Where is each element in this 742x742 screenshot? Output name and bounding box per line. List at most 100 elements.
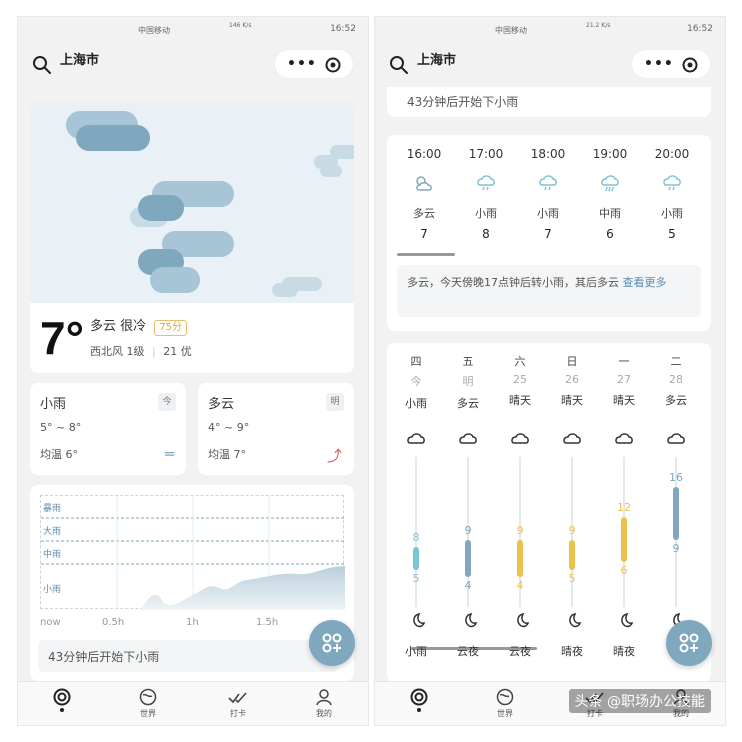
status-bar: 中国移动 146 K/s 16:52 (18, 17, 368, 43)
day-condition: 晴天 (561, 394, 583, 407)
wind-text: 西北风 1级 (90, 345, 145, 358)
tab-label: 打卡 (230, 709, 246, 718)
hour-time: 20:00 (654, 147, 690, 161)
apps-fab-button[interactable] (666, 620, 712, 666)
current-weather-card[interactable]: 7° 多云 很冷 75分 西北风 1级 | 21 优 (30, 101, 354, 373)
tomorrow-average: 均温 7° (208, 448, 246, 461)
today-range: 5° ~ 8° (40, 421, 82, 434)
weekday-label: 五 (462, 355, 474, 368)
level-label: 大雨 (43, 527, 62, 537)
level-label: 小雨 (43, 585, 62, 595)
today-average: 均温 6° (40, 448, 78, 461)
hour-time: 17:00 (468, 147, 504, 161)
day-condition: 小雨 (405, 397, 427, 410)
date-label: 26 (565, 373, 579, 386)
mini-program-capsule: ••• (631, 49, 711, 79)
profile-icon (316, 689, 332, 706)
tab-label: 世界 (140, 709, 156, 718)
hour-condition: 小雨 (537, 207, 559, 220)
tab-home[interactable] (42, 688, 82, 712)
hour-column[interactable]: 18:00 小雨 7 (521, 147, 575, 241)
hour-column[interactable]: 19:00 中雨 6 (583, 147, 637, 241)
search-icon[interactable] (389, 55, 409, 75)
weekly-forecast-card[interactable]: 四今小雨 8 5 小雨 五明多云 9 4 云夜 六 25 晴天 9 4 云夜 日 26 晴天 9 5 晴夜 一 27 晴天 1… (387, 343, 711, 683)
city-name[interactable]: 上海市 (60, 49, 99, 68)
day-column[interactable]: 五明多云 9 4 云夜 (443, 353, 493, 673)
city-name[interactable]: 上海市 (417, 49, 456, 68)
day-column[interactable]: 日 26 晴天 9 5 晴夜 (547, 353, 597, 673)
low-temp: 4 (464, 579, 472, 592)
low-temp: 5 (412, 571, 420, 585)
tomorrow-card[interactable]: 多云 明 4° ~ 9° 均温 7° ⤴ (198, 383, 354, 475)
temp-range-bar (621, 517, 627, 562)
hour-temp: 7 (420, 227, 428, 241)
search-icon[interactable] (32, 55, 52, 75)
condition-text: 多云 很冷 (90, 319, 147, 334)
night-condition: 云夜 (509, 645, 531, 658)
clock: 16:52 (330, 24, 356, 34)
weekday-label: 二 (670, 355, 682, 368)
low-temp: 5 (568, 571, 576, 585)
precipitation-card[interactable]: 暴雨 大雨 中雨 小雨 now 0.5h 1h 1.5h 43分钟后开始下小雨 (30, 485, 354, 681)
high-temp: 9 (516, 523, 524, 537)
home-icon (410, 688, 428, 706)
hour-column[interactable]: 16:00 多云 7 (397, 147, 451, 241)
hourly-forecast-card[interactable]: 16:00 多云 7 17:00 小雨 8 18:00 小雨 7 19:00 中… (387, 135, 711, 331)
day-column[interactable]: 一 27 晴天 12 6 晴夜 (599, 353, 649, 673)
tab-world[interactable]: 世界 (485, 688, 525, 719)
tab-profile[interactable]: 我的 (304, 688, 344, 719)
date-label: 27 (617, 373, 631, 386)
day-weather-icon (613, 429, 635, 449)
axis-tick: 1.5h (256, 617, 279, 628)
hour-temp: 6 (606, 227, 614, 241)
day-column[interactable]: 四今小雨 8 5 小雨 (391, 353, 441, 673)
network-speed: 21.2 K/s (586, 22, 611, 29)
high-temp: 8 (412, 531, 420, 544)
hour-column[interactable]: 20:00 小雨 5 (645, 147, 699, 241)
tab-checkin[interactable]: 打卡 (218, 688, 258, 719)
night-weather-icon (457, 611, 479, 631)
day-column[interactable]: 六 25 晴天 9 4 云夜 (495, 353, 545, 673)
today-card[interactable]: 小雨 今 5° ~ 8° 均温 6° ═ (30, 383, 186, 475)
more-menu-icon[interactable]: ••• (287, 56, 317, 72)
close-mini-program-icon[interactable] (682, 57, 698, 73)
weekday-label: 一 (618, 355, 630, 368)
hour-condition: 小雨 (475, 207, 497, 220)
light-rain-icon (663, 175, 681, 191)
weekday-label: 日 (566, 355, 578, 368)
axis-tick: 1h (186, 617, 199, 628)
hour-time: 19:00 (592, 147, 628, 161)
night-weather-icon (509, 611, 531, 631)
low-temp: 9 (672, 541, 680, 555)
hour-condition: 中雨 (599, 207, 621, 220)
today-condition: 小雨 (40, 397, 67, 412)
hour-condition: 多云 (413, 207, 435, 220)
hour-condition: 小雨 (661, 207, 683, 220)
hour-scroll-indicator (397, 253, 455, 256)
more-menu-icon[interactable]: ••• (644, 56, 674, 72)
phone-screen-forecast: 中国移动 21.2 K/s 16:52 上海市 ••• 43分钟后开始下小雨 1… (374, 16, 726, 726)
current-condition: 多云 很冷 75分 (90, 315, 188, 336)
low-temp: 6 (620, 564, 628, 577)
apps-fab-button[interactable] (309, 620, 355, 666)
tomorrow-range: 4° ~ 9° (208, 421, 250, 434)
precipitation-chart: 暴雨 大雨 中雨 小雨 (40, 495, 345, 610)
night-condition: 晴夜 (613, 645, 635, 658)
tab-world[interactable]: 世界 (128, 688, 168, 719)
hour-time: 18:00 (530, 147, 566, 161)
night-weather-icon (405, 611, 427, 631)
see-more-link[interactable]: 查看更多 (623, 276, 667, 289)
tab-home[interactable] (399, 688, 439, 712)
top-bar: 上海市 ••• (375, 43, 725, 85)
aqi-text: 21 优 (163, 345, 192, 358)
hour-column[interactable]: 17:00 小雨 8 (459, 147, 513, 241)
close-mini-program-icon[interactable] (325, 57, 341, 73)
tab-label: 我的 (316, 709, 332, 718)
active-indicator (60, 708, 64, 712)
active-indicator (417, 708, 421, 712)
phone-screen-current: 中国移动 146 K/s 16:52 上海市 ••• 7° 多云 很冷 75分 … (17, 16, 369, 726)
temp-range-bar (517, 539, 523, 577)
high-temp: 12 (617, 501, 631, 514)
night-condition: 云夜 (457, 645, 479, 658)
carrier-label: 中国移动 (138, 26, 170, 35)
